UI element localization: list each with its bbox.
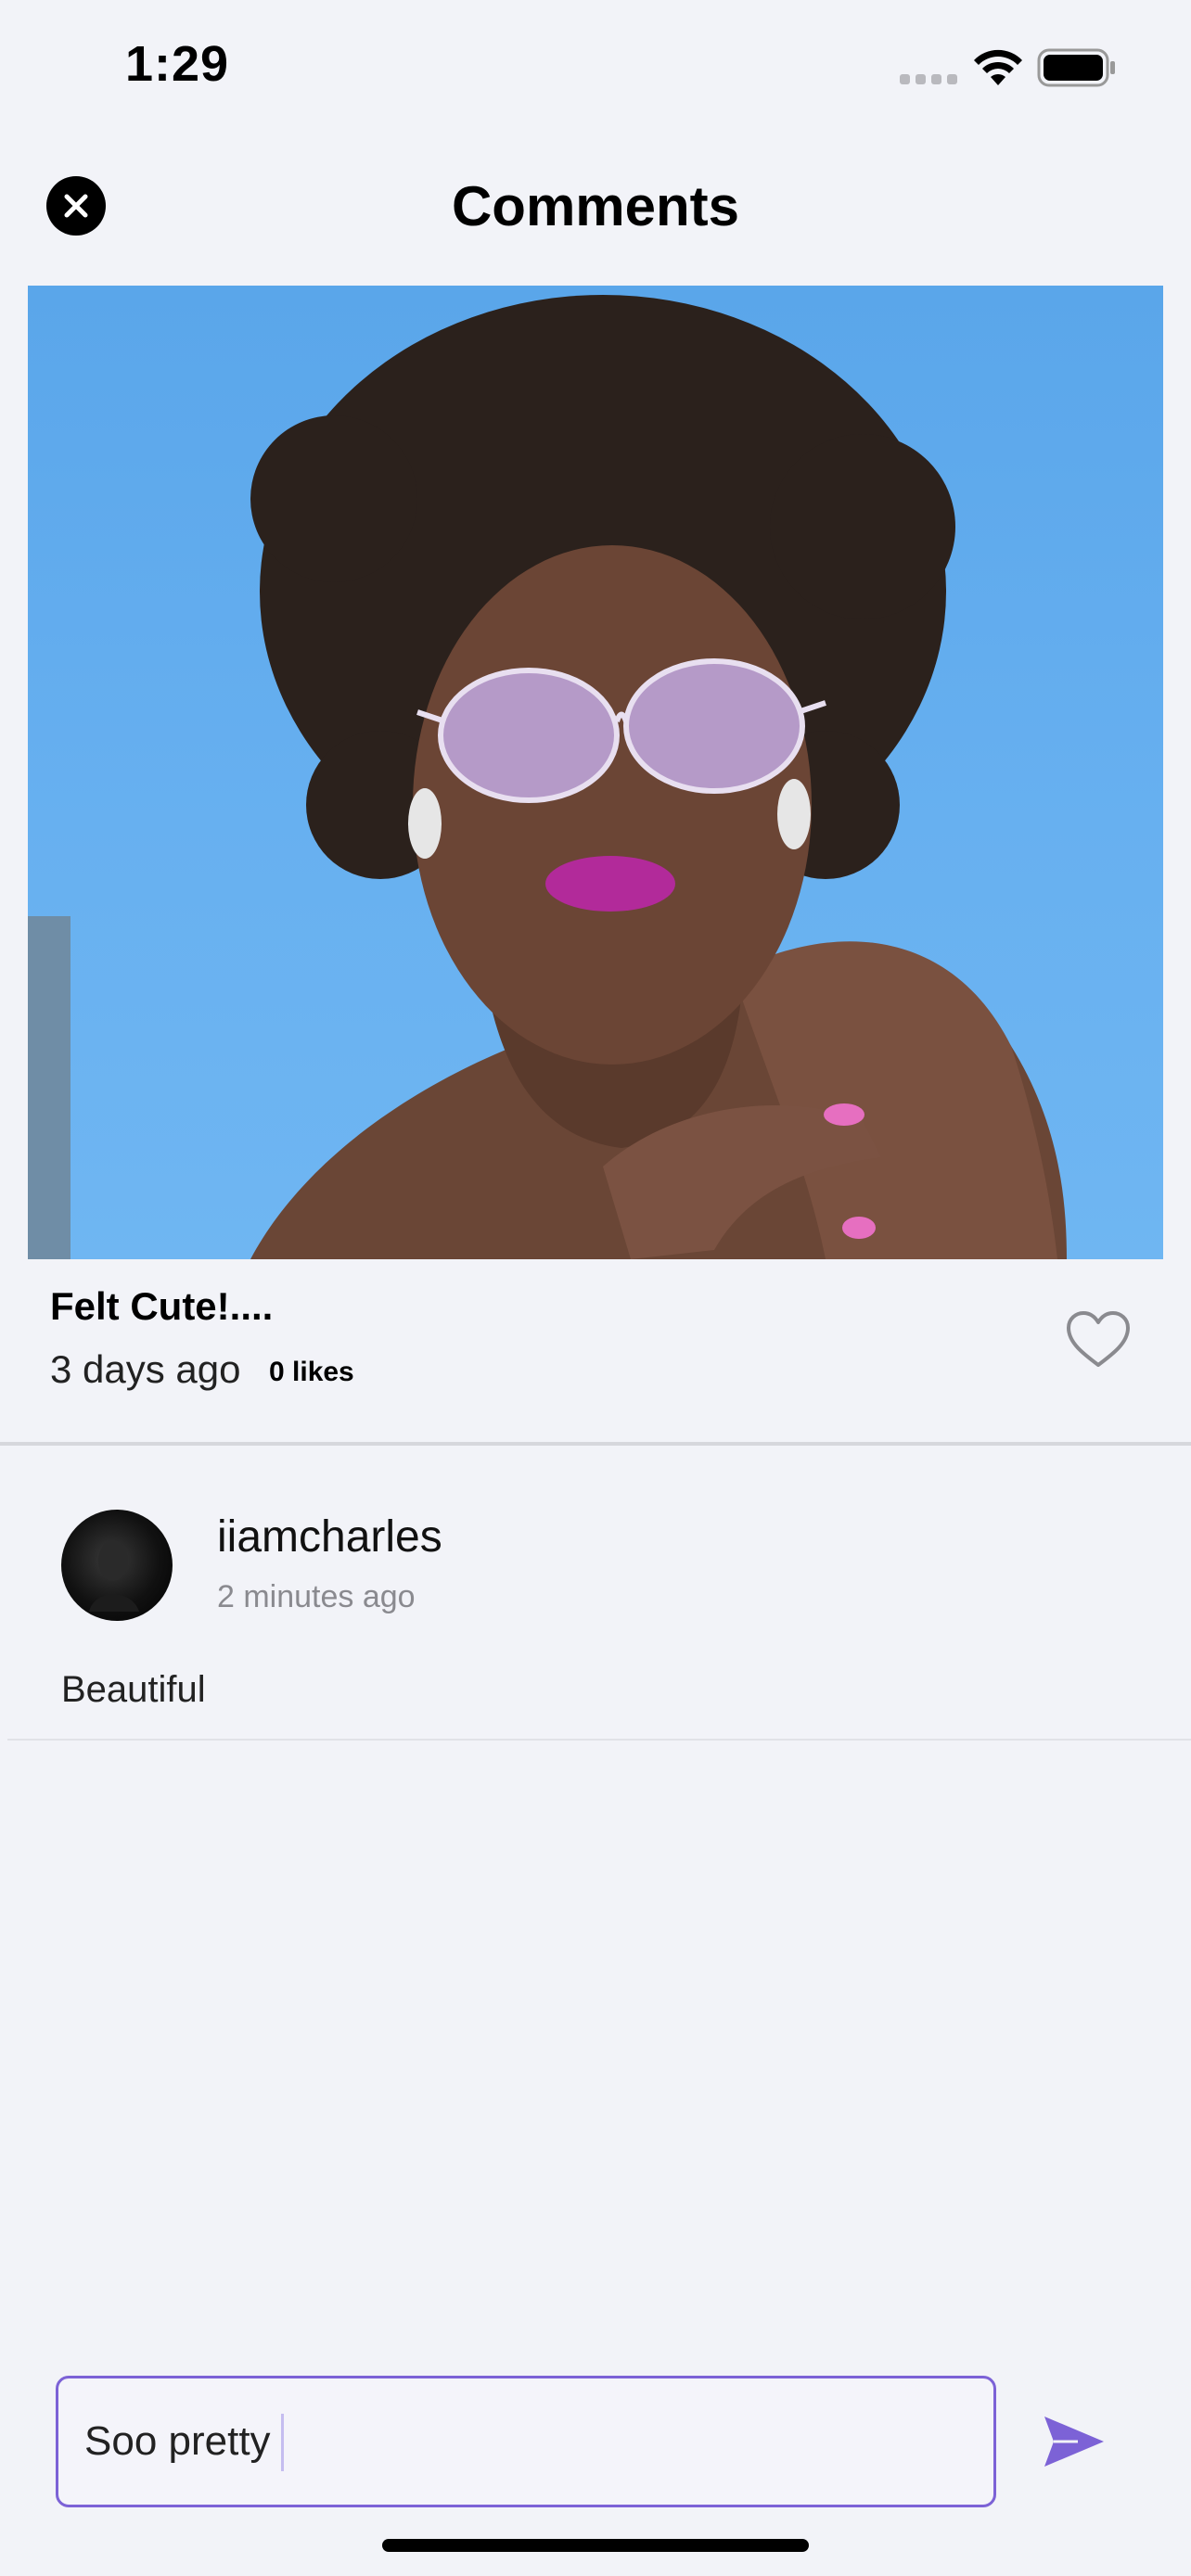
- comment-username[interactable]: iiamcharles: [217, 1511, 442, 1562]
- wifi-icon: [974, 49, 1022, 85]
- home-indicator: [382, 2539, 809, 2552]
- avatar-image: [89, 1540, 139, 1612]
- comment-input[interactable]: [84, 2378, 919, 2505]
- comment-text: Beautiful: [61, 1669, 206, 1710]
- post-like-count: 0 likes: [269, 1357, 354, 1387]
- send-icon[interactable]: [1041, 2413, 1108, 2470]
- post-caption: Felt Cute!....: [50, 1284, 274, 1328]
- section-divider: [0, 1442, 1191, 1446]
- comment-input-container[interactable]: [56, 2376, 996, 2507]
- status-time: 1:29: [125, 36, 230, 92]
- avatar[interactable]: [61, 1510, 173, 1621]
- heart-outline-icon[interactable]: [1065, 1309, 1132, 1369]
- status-bar: 1:29: [0, 0, 1191, 139]
- header: Comments: [0, 148, 1191, 269]
- page-title: Comments: [451, 175, 740, 237]
- post-photo-illustration: [28, 295, 1067, 1259]
- post-timestamp: 3 days ago: [50, 1347, 241, 1391]
- comments-screen: 1:29 Comments Felt Cute!.... 3 days ago …: [0, 0, 1191, 2576]
- cellular-signal-icon: [900, 74, 957, 85]
- comment-divider: [7, 1739, 1191, 1741]
- comment-timestamp: 2 minutes ago: [217, 1579, 416, 1614]
- battery-icon: [1037, 48, 1115, 87]
- text-cursor: [281, 2414, 284, 2471]
- post-photo[interactable]: [28, 286, 1163, 1259]
